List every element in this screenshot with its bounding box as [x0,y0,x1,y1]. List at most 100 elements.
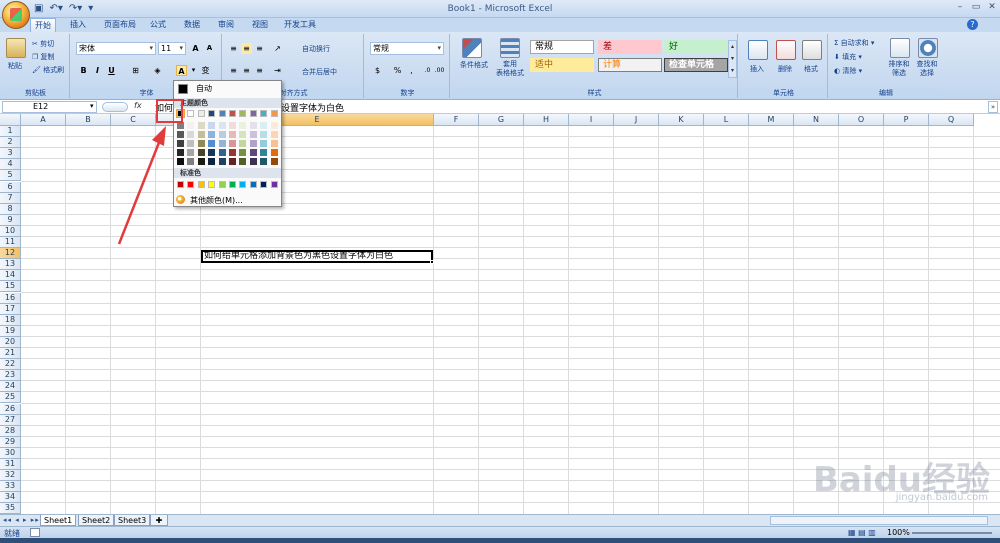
theme-shade-swatch[interactable] [218,131,226,138]
formula-bar-splitter[interactable] [102,102,128,112]
theme-shade-swatch[interactable] [249,122,257,129]
minimize-icon[interactable]: – [954,1,966,13]
auto-color-option[interactable]: 自动 [176,83,280,95]
theme-shade-swatch[interactable] [249,158,257,165]
row-header-25[interactable]: 25 [0,392,21,404]
font-name-select[interactable]: 宋体 [76,42,156,55]
theme-shade-swatch[interactable] [218,140,226,147]
shrink-font-icon[interactable]: A [204,43,215,54]
row-header-11[interactable]: 11 [0,237,21,249]
format-cells-icon[interactable] [802,40,822,60]
orientation-icon[interactable]: ↗ [272,43,283,54]
theme-shade-swatch[interactable] [249,131,257,138]
format-cells-button[interactable]: 格式 [804,64,818,74]
row-header-5[interactable]: 5 [0,170,21,182]
theme-shade-swatch[interactable] [208,158,216,165]
row-header-15[interactable]: 15 [0,281,21,293]
sort-filter-button[interactable]: 排序和 筛选 [884,60,914,78]
theme-shade-swatch[interactable] [208,140,216,147]
font-color-dropdown-icon[interactable]: ▾ [188,65,199,76]
percent-button[interactable]: % [392,65,403,76]
close-icon[interactable]: ✕ [986,1,998,13]
insert-cells-button[interactable]: 插入 [750,64,764,74]
tab-data[interactable]: 数据 [180,18,204,32]
standard-color-swatch[interactable] [208,181,216,188]
row-header-35[interactable]: 35 [0,503,21,514]
theme-color-swatch[interactable] [218,110,226,117]
theme-shade-swatch[interactable] [229,140,236,147]
theme-shade-swatch[interactable] [187,158,195,165]
theme-shade-swatch[interactable] [218,158,226,165]
conditional-format-icon[interactable] [462,38,482,58]
column-header-p[interactable]: P [884,114,929,126]
column-header-o[interactable]: O [839,114,884,126]
expand-formula-bar-icon[interactable]: » [988,101,998,113]
theme-shade-swatch[interactable] [177,140,184,147]
row-header-26[interactable]: 26 [0,403,21,415]
cell-style-4[interactable]: 适中 [530,58,594,72]
comma-button[interactable]: , [406,65,417,76]
align-top-icon[interactable]: ≡ [228,43,239,54]
theme-shade-swatch[interactable] [197,122,205,129]
theme-shade-swatch[interactable] [218,122,226,129]
standard-color-swatch[interactable] [260,181,268,188]
font-color-button[interactable]: A [176,65,187,76]
theme-color-swatch[interactable] [229,110,236,117]
gallery-scroll[interactable]: ▴ ▾ ▾ [728,40,737,78]
theme-color-swatch[interactable] [187,110,195,117]
row-header-12[interactable]: 12 [0,248,21,260]
column-header-c[interactable]: C [111,114,156,126]
standard-color-swatch[interactable] [229,181,236,188]
theme-shade-swatch[interactable] [260,140,268,147]
theme-shade-swatch[interactable] [249,149,257,156]
theme-shade-swatch[interactable] [229,122,236,129]
theme-color-swatch[interactable] [270,110,278,117]
cell-style-3[interactable]: 好 [664,40,728,54]
theme-color-swatch[interactable] [239,110,247,117]
name-box-dropdown-icon[interactable]: ▾ [90,102,94,110]
row-header-31[interactable]: 31 [0,459,21,471]
name-box[interactable]: E12 [2,101,97,113]
cell-style-1[interactable]: 常规 [530,40,594,54]
fill-color-icon[interactable]: ◈ [152,65,163,76]
theme-shade-swatch[interactable] [270,158,278,165]
standard-color-swatch[interactable] [187,181,195,188]
theme-shade-swatch[interactable] [187,140,195,147]
format-as-table-button[interactable]: 套用 表格格式 [490,60,530,78]
standard-color-swatch[interactable] [249,181,257,188]
theme-shade-swatch[interactable] [187,122,195,129]
standard-color-swatch[interactable] [218,181,226,188]
column-header-k[interactable]: K [659,114,704,126]
row-header-23[interactable]: 23 [0,370,21,382]
tab-page-layout[interactable]: 页面布局 [100,18,140,32]
row-header-8[interactable]: 8 [0,203,21,215]
tab-developer[interactable]: 开发工具 [280,18,320,32]
tab-insert[interactable]: 插入 [66,18,90,32]
autosum-button[interactable]: Σ 自动求和 ▾ [834,38,874,48]
more-colors-option[interactable]: 其他颜色(M)... [176,195,243,206]
theme-color-swatch[interactable] [260,110,268,117]
clear-button[interactable]: ◐ 清除 ▾ [834,66,862,76]
theme-color-swatch[interactable] [197,110,205,117]
cell-style-6[interactable]: 检查单元格 [664,58,728,72]
column-header-a[interactable]: A [21,114,66,126]
column-header-b[interactable]: B [66,114,111,126]
row-header-16[interactable]: 16 [0,292,21,304]
theme-shade-swatch[interactable] [218,149,226,156]
delete-cells-button[interactable]: 删除 [778,64,792,74]
column-header-m[interactable]: M [749,114,794,126]
horizontal-scrollbar[interactable] [770,516,988,525]
grow-font-icon[interactable]: A [190,43,201,54]
row-header-4[interactable]: 4 [0,159,21,171]
active-cell-e12[interactable]: 如何给单元格添加背景色为黑色设置字体为白色 [201,250,433,263]
row-header-3[interactable]: 3 [0,148,21,160]
row-header-29[interactable]: 29 [0,436,21,448]
row-header-10[interactable]: 10 [0,225,21,237]
theme-color-swatch[interactable] [249,110,257,117]
delete-cells-icon[interactable] [776,40,796,60]
row-header-24[interactable]: 24 [0,381,21,393]
number-format-select[interactable]: 常规 [370,42,444,55]
zoom-level[interactable]: 100% [887,528,910,537]
increase-decimal-icon[interactable]: .0 [422,65,433,76]
font-size-select[interactable]: 11 [158,42,186,55]
